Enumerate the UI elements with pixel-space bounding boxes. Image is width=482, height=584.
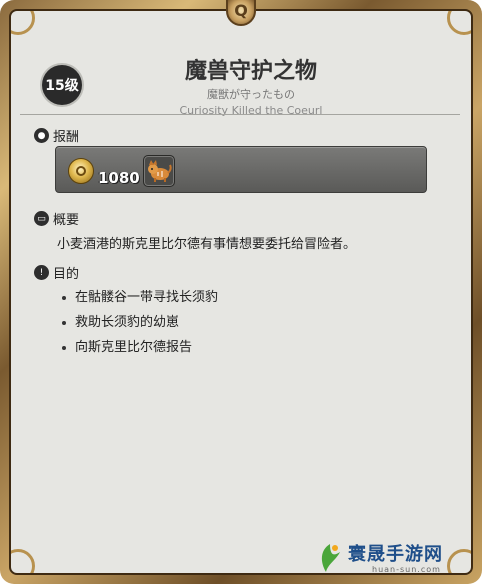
site-watermark: 寰晟手游网 huan-sun.com — [316, 536, 466, 580]
reward-section-header: ● 报酬 — [34, 126, 79, 145]
watermark-title: 寰晟手游网 — [348, 544, 443, 565]
quest-level-badge: 15级 — [42, 65, 82, 105]
gil-amount: 1080 — [98, 169, 140, 187]
watermark-logo-icon — [321, 544, 340, 572]
coeurl-pet-icon — [148, 160, 172, 182]
quest-title: 魔兽守护之物 — [184, 59, 317, 84]
book-icon: ▭ — [34, 211, 49, 226]
reward-box: 1080 — [55, 146, 427, 193]
gil-coin-icon[interactable] — [68, 158, 94, 184]
quest-subtitle-jp: 魔獣が守ったもの — [207, 88, 295, 101]
summary-section-header: ▭ 概要 — [34, 209, 79, 228]
reward-item-slot[interactable] — [143, 155, 175, 187]
summary-text: 小麦酒港的斯克里比尔德有事情想要委托给冒险者。 — [57, 237, 357, 252]
corner-ornament — [447, 11, 471, 35]
watermark-url: huan-sun.com — [372, 565, 441, 574]
quest-subtitle-en: Curiosity Killed the Coeurl — [179, 104, 323, 117]
objectives-list: 在骷髅谷一带寻找长须豹 救助长须豹的幼崽 向斯克里比尔德报告 — [60, 288, 218, 363]
exclamation-icon: ! — [34, 265, 49, 280]
corner-ornament — [11, 549, 35, 573]
summary-heading: 概要 — [53, 213, 80, 228]
coins-icon: ● — [34, 128, 49, 143]
corner-ornament — [11, 11, 35, 35]
header-divider — [20, 114, 460, 115]
objective-item: 救助长须豹的幼崽 — [60, 313, 218, 338]
objective-item: 向斯克里比尔德报告 — [60, 338, 218, 363]
reward-heading: 报酬 — [53, 130, 80, 145]
objectives-section-header: ! 目的 — [34, 263, 79, 282]
objective-item: 在骷髅谷一带寻找长须豹 — [60, 288, 218, 313]
objectives-heading: 目的 — [53, 267, 80, 282]
